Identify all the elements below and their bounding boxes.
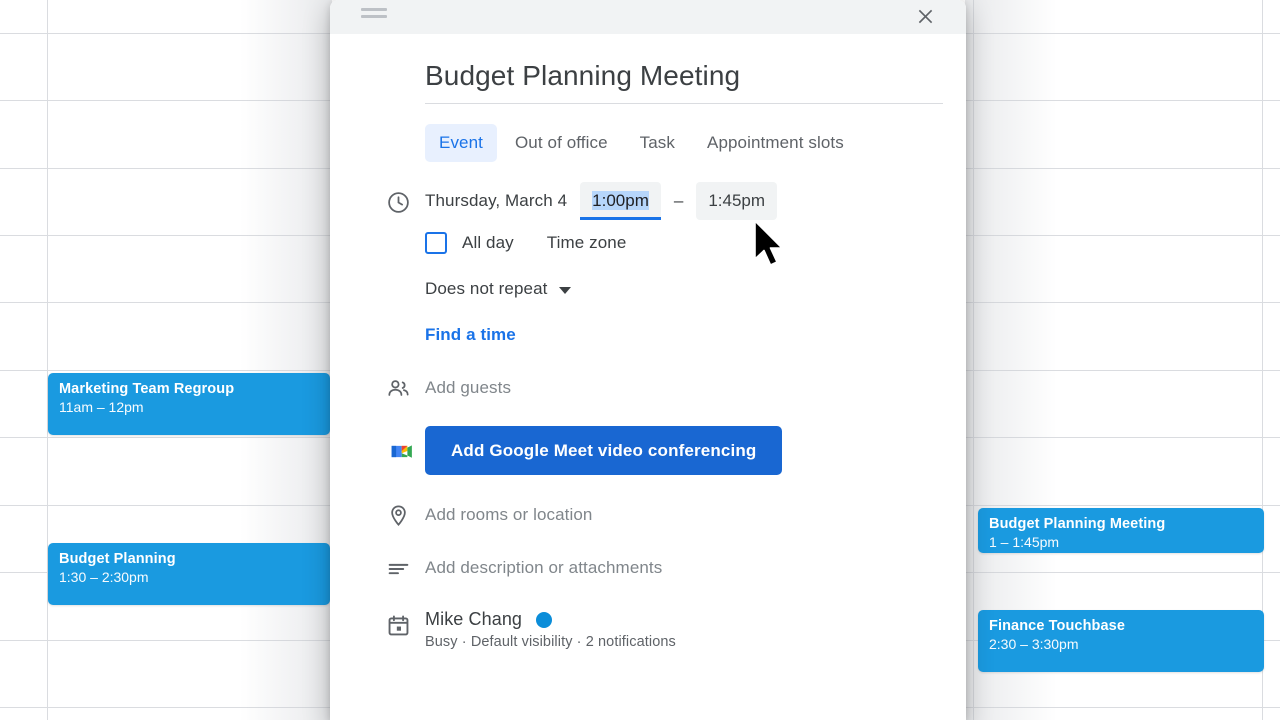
tab-out-of-office[interactable]: Out of office (501, 124, 622, 162)
event-creation-dialog: Budget Planning Meeting Event Out of off… (330, 0, 966, 720)
drag-handle-icon[interactable] (361, 8, 387, 18)
add-description-input[interactable]: Add description or attachments (425, 558, 662, 577)
description-lines-icon (388, 563, 409, 575)
conferencing-content: Add Google Meet video conferencing (425, 426, 942, 475)
calendar-event-title: Budget Planning Meeting (989, 516, 1166, 532)
calendar-event-time: 1 – 1:45pm (989, 534, 1060, 550)
add-guests-input[interactable]: Add guests (425, 378, 511, 397)
calendar-event[interactable]: Budget Planning 1:30 – 2:30pm (48, 543, 330, 605)
event-date[interactable]: Thursday, March 4 (425, 191, 567, 211)
chevron-down-icon (559, 287, 572, 294)
tab-out-of-office-label: Out of office (514, 133, 608, 152)
tab-task-label: Task (639, 133, 675, 152)
start-time-field[interactable]: 1:00pm (580, 181, 661, 220)
all-day-label[interactable]: All day (462, 233, 514, 253)
calendar-icon-wrap (386, 609, 425, 638)
guests-row[interactable]: Add guests (386, 375, 942, 401)
description-content: Add description or attachments (425, 558, 942, 578)
calendar-event[interactable]: Marketing Team Regroup 11am – 12pm (48, 373, 330, 435)
dialog-body: Budget Planning Meeting Event Out of off… (330, 56, 966, 650)
grid-line-day-divider (47, 0, 48, 720)
when-content: Thursday, March 4 1:00pm – 1:45pm All da… (425, 179, 942, 345)
calendar-event-time: 1:30 – 2:30pm (59, 569, 149, 585)
calendar-event-time: 2:30 – 3:30pm (989, 636, 1079, 652)
event-title-text[interactable]: Budget Planning Meeting (425, 56, 943, 104)
clock-icon (388, 192, 409, 213)
add-google-meet-button[interactable]: Add Google Meet video conferencing (425, 426, 783, 475)
end-time-value: 1:45pm (708, 190, 766, 210)
calendar-owner-content: Mike Chang Busy · Default visibility · 2… (425, 609, 942, 650)
add-location-input[interactable]: Add rooms or location (425, 505, 592, 524)
calendar-event-title: Finance Touchbase (989, 618, 1125, 634)
location-row[interactable]: Add rooms or location (386, 502, 942, 528)
clock-icon-wrap (386, 179, 425, 215)
end-time-field[interactable]: 1:45pm (696, 181, 778, 220)
tab-task[interactable]: Task (626, 124, 689, 162)
all-day-line: All day Time zone (425, 232, 942, 254)
tab-event-label: Event (439, 133, 483, 152)
when-line: Thursday, March 4 1:00pm – 1:45pm (425, 179, 942, 222)
location-content: Add rooms or location (425, 505, 942, 525)
time-zone-button[interactable]: Time zone (547, 233, 627, 253)
time-range-dash: – (673, 190, 684, 210)
calendar-event-title: Marketing Team Regroup (59, 381, 235, 397)
event-settings-summary: Busy · Default visibility · 2 notificati… (425, 634, 676, 650)
close-button[interactable] (908, 0, 942, 33)
description-icon-wrap (386, 555, 425, 581)
calendar-event-time: 11am – 12pm (59, 399, 144, 415)
tab-event[interactable]: Event (425, 124, 497, 162)
tab-appointment-slots[interactable]: Appointment slots (693, 124, 858, 162)
people-icon-wrap (386, 375, 425, 401)
calendar-color-dot[interactable] (536, 611, 553, 628)
conferencing-row: Add Google Meet video conferencing (386, 426, 942, 475)
location-icon-wrap (386, 502, 425, 528)
tab-appointment-slots-label: Appointment slots (707, 133, 844, 152)
event-type-tabs: Event Out of office Task Appointment slo… (425, 124, 942, 162)
calendar-event[interactable]: Budget Planning Meeting 1 – 1:45pm (978, 508, 1264, 553)
google-meet-icon (391, 444, 412, 458)
people-icon (388, 380, 409, 396)
repeat-dropdown[interactable]: Does not repeat (425, 279, 942, 299)
start-time-value: 1:00pm (592, 190, 649, 210)
close-icon (918, 9, 932, 23)
owner-name: Mike Chang (425, 609, 523, 629)
event-title-field[interactable]: Budget Planning Meeting (425, 56, 943, 104)
calendar-event-title: Budget Planning (59, 551, 176, 567)
find-a-time-button[interactable]: Find a time (425, 325, 516, 345)
owner-line: Mike Chang (425, 609, 942, 630)
all-day-checkbox[interactable] (425, 232, 447, 254)
dialog-header[interactable] (330, 0, 966, 34)
guests-content: Add guests (425, 378, 942, 398)
screen: Marketing Team Regroup 11am – 12pm Budge… (0, 0, 1280, 720)
calendar-owner-row[interactable]: Mike Chang Busy · Default visibility · 2… (386, 609, 942, 650)
dialog-shadow-left (240, 0, 332, 720)
calendar-event[interactable]: Finance Touchbase 2:30 – 3:30pm (978, 610, 1264, 672)
grid-line-day-divider (973, 0, 974, 720)
repeat-label: Does not repeat (425, 279, 548, 298)
google-meet-icon-wrap (386, 437, 425, 465)
description-row[interactable]: Add description or attachments (386, 555, 942, 581)
calendar-icon (388, 615, 409, 636)
when-row: Thursday, March 4 1:00pm – 1:45pm All da… (386, 179, 942, 345)
location-pin-icon (391, 505, 406, 527)
